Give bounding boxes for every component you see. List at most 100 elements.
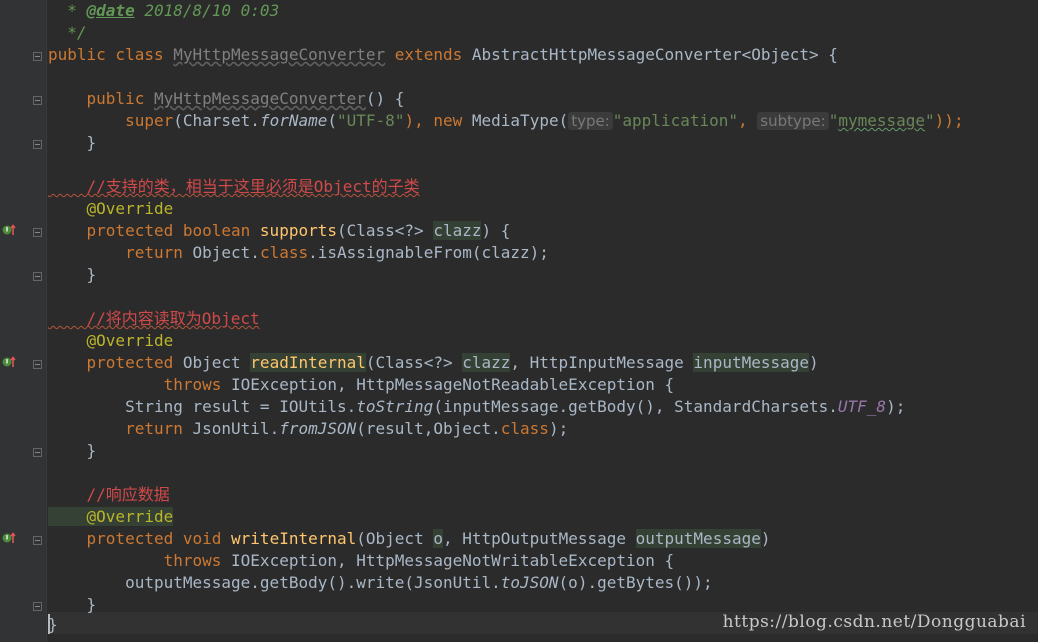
parameter-name: clazz: [462, 353, 511, 372]
string-literal: "application": [612, 111, 739, 130]
code-line[interactable]: throws IOException, HttpMessageNotWritab…: [48, 550, 675, 572]
fold-marker-icon[interactable]: [33, 272, 42, 281]
code-text: }: [48, 615, 58, 634]
keyword: class: [259, 243, 309, 262]
code-text: (Class<?>: [336, 221, 434, 240]
editor-gutter[interactable]: [0, 0, 46, 642]
code-line[interactable]: //响应数据: [48, 484, 170, 506]
code-text: (Class<?>: [365, 353, 463, 372]
code-line[interactable]: String result = IOUtils.toString(inputMe…: [48, 396, 905, 418]
override-method-icon[interactable]: [2, 222, 18, 238]
code-text: );: [548, 419, 569, 438]
string-literal: mymessage: [838, 111, 926, 130]
fold-marker-icon[interactable]: [33, 228, 42, 237]
method-name: writeInternal: [231, 529, 357, 548]
code-line[interactable]: return JsonUtil.fromJSON(result,Object.c…: [48, 418, 568, 440]
code-line[interactable]: */: [48, 22, 87, 44]
comment-text: 2018/8/10 0:03: [134, 1, 280, 20]
gutter-divider: [46, 0, 47, 642]
fold-marker-icon[interactable]: [33, 140, 42, 149]
code-text: , HttpOutputMessage: [442, 529, 636, 548]
code-line[interactable]: throws IOException, HttpMessageNotReadab…: [48, 374, 675, 396]
keyword: super: [48, 111, 174, 130]
code-line[interactable]: }: [48, 440, 97, 462]
override-method-icon[interactable]: [2, 354, 18, 370]
code-line[interactable]: @Override: [48, 330, 174, 352]
keyword: protected: [48, 353, 183, 372]
annotation: @Override: [48, 507, 174, 526]
keyword: protected boolean: [48, 221, 260, 240]
keyword: extends: [385, 45, 472, 64]
keyword: protected void: [48, 529, 232, 548]
code-line[interactable]: public MyHttpMessageConverter() {: [48, 88, 405, 110]
fold-marker-icon[interactable]: [33, 536, 42, 545]
string-literal: ": [828, 111, 839, 130]
keyword: public: [48, 89, 154, 108]
code-line[interactable]: outputMessage.getBody().write(JsonUtil.t…: [48, 572, 713, 594]
code-editor[interactable]: * @date 2018/8/10 0:03 */ public class M…: [0, 0, 1038, 642]
code-text: outputMessage.getBody().write(JsonUtil.: [48, 573, 501, 592]
annotation: @Override: [48, 331, 174, 350]
code-area[interactable]: * @date 2018/8/10 0:03 */ public class M…: [48, 0, 1038, 642]
fold-marker-icon[interactable]: [33, 96, 42, 105]
code-line[interactable]: protected void writeInternal(Object o, H…: [48, 528, 771, 550]
override-method-icon[interactable]: [2, 530, 18, 546]
parameter-hint: subtype:: [757, 112, 829, 130]
parameter-name: inputMessage: [693, 353, 810, 372]
code-text: }: [48, 265, 97, 284]
fold-marker-icon[interactable]: [33, 360, 42, 369]
code-line[interactable]: super(Charset.forName("UTF-8"), new Medi…: [48, 110, 964, 132]
code-text: }: [48, 133, 97, 152]
code-text: (: [327, 111, 338, 130]
code-line[interactable]: }: [48, 132, 97, 154]
code-line[interactable]: }: [48, 594, 97, 616]
line-comment: //支持的类，相当于这里必须是Object的子类: [48, 177, 420, 196]
code-text: Object.: [192, 243, 260, 262]
string-literal: "UTF-8": [337, 111, 405, 130]
code-line[interactable]: //将内容读取为Object: [48, 308, 260, 330]
class-name: MyHttpMessageConverter: [173, 45, 386, 64]
code-text: (result,Object.: [356, 419, 501, 438]
code-text: , HttpInputMessage: [510, 353, 694, 372]
static-method: toString: [356, 397, 434, 416]
code-text: }: [48, 595, 97, 614]
javadoc-tag: @date: [86, 1, 135, 20]
code-line[interactable]: protected boolean supports(Class<?> claz…: [48, 220, 510, 242]
fold-marker-icon[interactable]: [33, 448, 42, 457]
code-line[interactable]: protected Object readInternal(Class<?> c…: [48, 352, 819, 374]
code-line[interactable]: @Override: [48, 506, 174, 528]
constructor-name: MyHttpMessageConverter: [153, 89, 366, 108]
fold-marker-icon[interactable]: [33, 602, 42, 611]
static-method: fromJSON: [279, 419, 357, 438]
code-line[interactable]: @Override: [48, 198, 174, 220]
parameter-name: clazz: [433, 221, 482, 240]
code-text: }: [48, 441, 97, 460]
string-literal: ": [925, 111, 935, 130]
static-method: forName: [259, 111, 328, 130]
code-line[interactable]: * @date 2018/8/10 0:03: [48, 0, 279, 22]
code-text: AbstractHttpMessageConverter<Object> {: [471, 45, 838, 64]
method-name: readInternal: [250, 353, 366, 372]
code-line[interactable]: }: [48, 614, 58, 636]
line-comment: //响应数据: [48, 485, 170, 504]
parameter-hint: type:: [568, 112, 613, 130]
watermark: https://blog.csdn.net/Dongguabai: [722, 612, 1026, 632]
code-line[interactable]: return Object.class.isAssignableFrom(cla…: [48, 242, 549, 264]
parameter-name: o: [433, 529, 443, 548]
code-text: (inputMessage.getBody(), StandardCharset…: [433, 397, 838, 416]
code-text: ),: [404, 111, 434, 130]
code-line[interactable]: public class MyHttpMessageConverter exte…: [48, 44, 838, 66]
code-text: (Charset.: [173, 111, 260, 130]
code-line[interactable]: }: [48, 264, 97, 286]
code-text: IOException, HttpMessageNotReadableExcep…: [231, 375, 675, 394]
parameter-name: outputMessage: [635, 529, 761, 548]
code-text: ): [760, 529, 771, 548]
fold-marker-icon[interactable]: [33, 52, 42, 61]
code-text: Object: [182, 353, 251, 372]
code-line[interactable]: //支持的类，相当于这里必须是Object的子类: [48, 176, 420, 198]
method-name: supports: [259, 221, 337, 240]
comment-text: */: [48, 23, 87, 42]
code-text: IOException, HttpMessageNotWritableExcep…: [231, 551, 675, 570]
keyword: return: [48, 419, 193, 438]
code-text: ) {: [481, 221, 511, 240]
